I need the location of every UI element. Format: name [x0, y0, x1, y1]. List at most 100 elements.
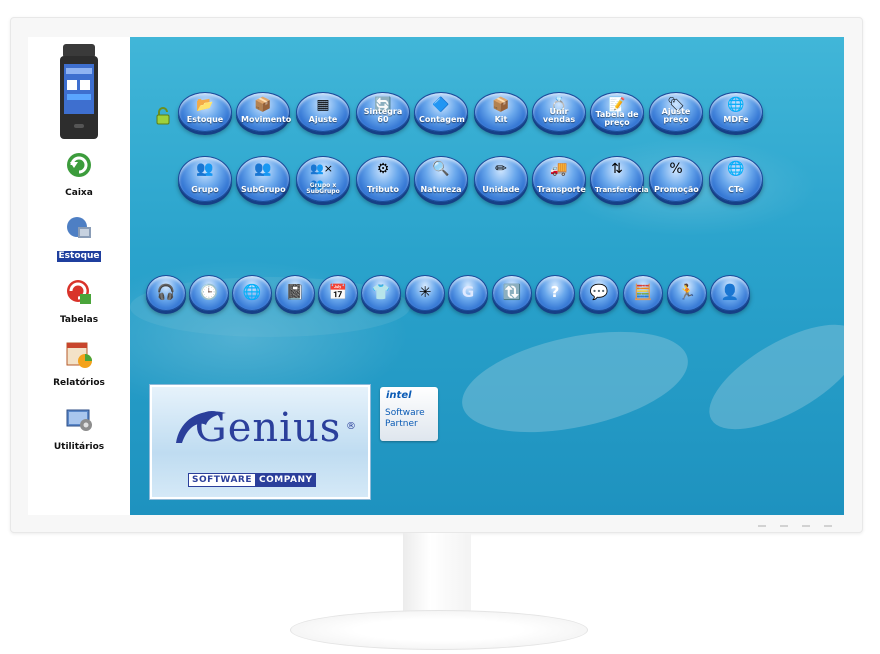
- button-label: Unidade: [482, 185, 520, 194]
- mdfe-icon: 🌐: [727, 97, 745, 113]
- kit-button[interactable]: 📦 Kit: [474, 92, 528, 132]
- desktop-area: 📂 Estoque 📦 Movimento ▦ Ajuste 🔄 Sintegr…: [130, 37, 844, 515]
- background-dolphin: [453, 314, 697, 450]
- note-button[interactable]: 📓: [275, 275, 315, 311]
- user-icon: 👤: [720, 283, 740, 302]
- runner-icon: 🏃: [677, 283, 697, 302]
- subgroup-icon: 👥: [254, 161, 272, 177]
- promocao-button[interactable]: % Promoção: [649, 156, 703, 202]
- sidebar-item-label: Utilitários: [53, 442, 105, 452]
- utilities-icon: [66, 409, 92, 431]
- button-label: Natureza: [420, 185, 462, 194]
- nature-icon: 🔍: [432, 161, 450, 177]
- sidebar-item-utilitarios[interactable]: Utilitários: [28, 404, 130, 453]
- partner-line-2: Partner: [385, 419, 418, 429]
- unir-vendas-button[interactable]: 💍 Unir vendas: [532, 92, 586, 132]
- globe-button[interactable]: 🌐: [232, 275, 272, 311]
- cte-button[interactable]: 🌐 CTe: [709, 156, 763, 202]
- screen: Caixa Estoque Tabelas Relatórios Utilitá…: [28, 37, 844, 515]
- grupo-x-subgrupo-button[interactable]: 👥×👥 Grupo x SubGrupo: [296, 156, 350, 202]
- button-label: Unir vendas: [542, 107, 576, 124]
- transferencia-button[interactable]: ⇅ Transferência: [590, 156, 649, 202]
- button-label: MDFe: [723, 115, 749, 124]
- tables-icon: [67, 280, 91, 304]
- shirt-icon: 👕: [371, 283, 391, 302]
- button-label: Grupo x SubGrupo: [306, 182, 340, 195]
- ajuste-button[interactable]: ▦ Ajuste: [296, 92, 350, 132]
- button-label: Kit: [494, 115, 508, 124]
- headset-button[interactable]: 🎧: [146, 275, 186, 311]
- tributo-button[interactable]: ⚙ Tributo: [356, 156, 410, 202]
- registered-mark: ®: [346, 421, 356, 432]
- button-label: Estoque: [186, 115, 224, 124]
- button-label: Contagem: [419, 115, 465, 124]
- sidebar-item-label: Relatórios: [53, 378, 105, 388]
- user-button[interactable]: 👤: [710, 275, 750, 311]
- sidebar-item-estoque[interactable]: Estoque: [28, 213, 130, 262]
- card-terminal-image: [60, 44, 98, 139]
- natureza-button[interactable]: 🔍 Natureza: [414, 156, 468, 202]
- subgrupo-button[interactable]: 👥 SubGrupo: [236, 156, 290, 202]
- unidade-button[interactable]: ✏ Unidade: [474, 156, 528, 202]
- genius-g-button[interactable]: G: [448, 275, 488, 311]
- estoque-button[interactable]: 📂 Estoque: [178, 92, 232, 132]
- partner-line-1: Software: [385, 408, 425, 418]
- sidebar-item-caixa[interactable]: Caixa: [28, 150, 130, 199]
- calculator-button[interactable]: 🧮: [623, 275, 663, 311]
- grupo-button[interactable]: 👥 Grupo: [178, 156, 232, 202]
- lock-icon[interactable]: [156, 107, 170, 125]
- clock-icon: 🕒: [199, 283, 219, 302]
- headset-icon: 🎧: [156, 283, 176, 302]
- sidebar: Caixa Estoque Tabelas Relatórios Utilitá…: [28, 37, 130, 515]
- tabela-de-preco-button[interactable]: 📝 Tabela de preço: [590, 92, 644, 132]
- logo-subline: SOFTWARE COMPANY: [188, 473, 338, 487]
- color-fan-button[interactable]: ✳: [405, 275, 445, 311]
- box-icon: 📦: [492, 97, 510, 113]
- calendar-icon: 📅: [328, 283, 348, 302]
- mdfe-button[interactable]: 🌐 MDFe: [709, 92, 763, 132]
- button-label: Tributo: [366, 185, 399, 194]
- button-label: Grupo: [191, 185, 219, 194]
- adjust-icon: ▦: [316, 97, 330, 113]
- genius-g-icon: G: [461, 283, 475, 302]
- sidebar-item-label: Tabelas: [59, 315, 99, 325]
- sync-button[interactable]: 🔃: [492, 275, 532, 311]
- monitor-stand-base: [290, 610, 588, 650]
- green-arrow-icon: [67, 153, 91, 177]
- button-label: Movimento: [241, 115, 292, 124]
- runner-button[interactable]: 🏃: [667, 275, 707, 311]
- globe-icon: 🌐: [242, 283, 262, 302]
- monitor-button: [824, 525, 832, 527]
- logo-software-text: SOFTWARE: [188, 473, 256, 487]
- transporte-button[interactable]: 🚚 Transporte: [532, 156, 586, 202]
- ajuste-preco-button[interactable]: 🏷 Ajuste preço: [649, 92, 703, 132]
- button-label: Transporte: [537, 185, 586, 194]
- promotion-icon: %: [669, 161, 683, 177]
- sidebar-item-relatorios[interactable]: Relatórios: [28, 340, 130, 389]
- monitor-button: [780, 525, 788, 527]
- note-icon: 📓: [285, 283, 305, 302]
- genius-logo: Genius ® SOFTWARE COMPANY: [150, 385, 370, 499]
- movimento-button[interactable]: 📦 Movimento: [236, 92, 292, 132]
- button-label: SubGrupo: [241, 185, 286, 194]
- help-button[interactable]: ?: [535, 275, 575, 311]
- sidebar-item-tabelas[interactable]: Tabelas: [28, 277, 130, 326]
- clock-button[interactable]: 🕒: [189, 275, 229, 311]
- movement-icon: 📦: [254, 97, 272, 113]
- shirt-button[interactable]: 👕: [361, 275, 401, 311]
- calculator-icon: 🧮: [633, 283, 653, 302]
- button-label: CTe: [728, 185, 744, 194]
- button-label: Transferência: [595, 186, 649, 194]
- logo-brand-text: Genius: [194, 405, 342, 451]
- counting-icon: 🔷: [432, 97, 450, 113]
- button-label: Ajuste: [308, 115, 338, 124]
- calendar-button[interactable]: 📅: [318, 275, 358, 311]
- support-icon: 💬: [589, 283, 609, 302]
- sintegra-60-button[interactable]: 🔄 Sintegra 60: [356, 92, 410, 132]
- folder-icon: 📂: [196, 97, 214, 113]
- monitor-button: [802, 525, 810, 527]
- monitor-button: [758, 525, 766, 527]
- support-button[interactable]: 💬: [579, 275, 619, 311]
- button-label: Ajuste preço: [661, 107, 691, 124]
- contagem-button[interactable]: 🔷 Contagem: [414, 92, 468, 132]
